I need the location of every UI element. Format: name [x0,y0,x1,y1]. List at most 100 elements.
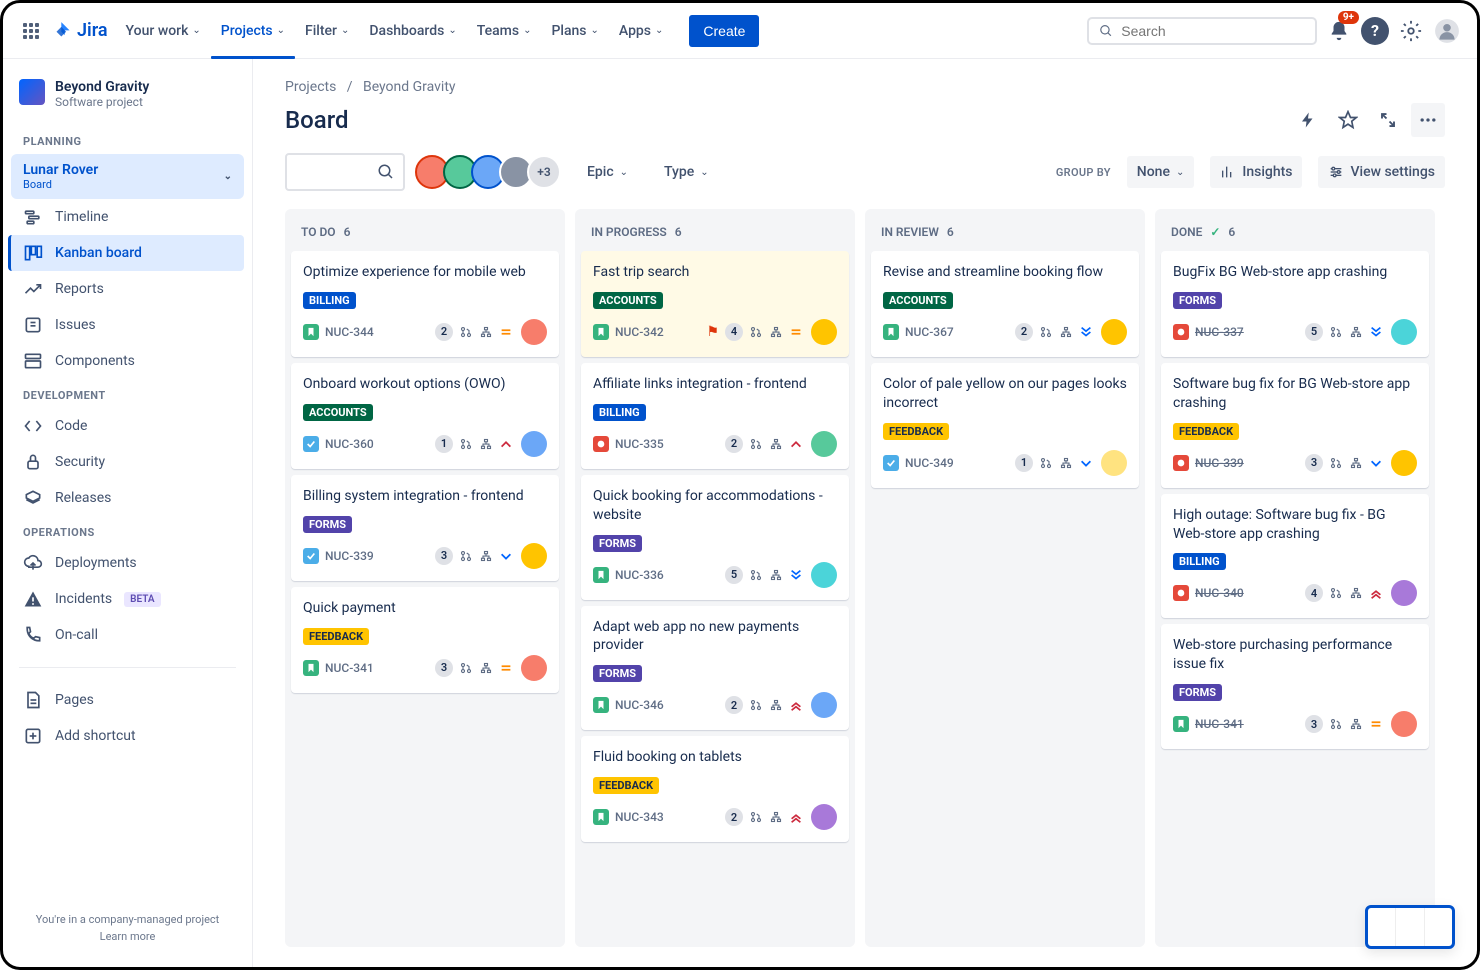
sidebar: Beyond Gravity Software project PLANNING… [3,59,253,967]
column-header[interactable]: DONE✓6 [1161,219,1429,251]
column-in-review: IN REVIEW6 Revise and streamline booking… [865,209,1145,947]
story-icon [593,324,609,340]
sidebar-item-kanban-board[interactable]: Kanban board [8,235,244,271]
jira-logo[interactable]: Jira [51,20,108,42]
search-input[interactable] [1121,23,1305,39]
issue-card[interactable]: High outage: Software bug fix - BG Web-s… [1161,494,1429,619]
sidebar-item-timeline[interactable]: Timeline [11,199,244,235]
column-header[interactable]: TO DO6 [291,219,559,251]
breadcrumb-project[interactable]: Beyond Gravity [363,79,456,95]
insights-button[interactable]: Insights [1210,156,1302,188]
epic-label: FORMS [1173,684,1222,701]
issue-card[interactable]: Software bug fix for BG Web-store app cr… [1161,363,1429,488]
story-points: 2 [725,808,743,826]
issue-card[interactable]: Fast trip search ACCOUNTS NUC-342 ⚑ 4 [581,251,849,357]
sidebar-item-on-call[interactable]: On-call [11,617,244,653]
column-header[interactable]: IN PROGRESS6 [581,219,849,251]
priority-icon [789,568,803,582]
pull-request-icon [459,549,473,563]
priority-icon [1079,456,1093,470]
reports-icon [23,279,43,299]
nav-plans[interactable]: Plans⌄ [541,15,608,47]
settings-icon[interactable] [1397,17,1425,45]
nav-apps[interactable]: Apps⌄ [609,15,674,47]
issue-key: NUC-346 [615,698,664,712]
sidebar-item-pages[interactable]: Pages [11,682,244,718]
story-points: 5 [1305,323,1323,341]
sidebar-item-reports[interactable]: Reports [11,271,244,307]
pull-request-icon [749,568,763,582]
issue-card[interactable]: Affiliate links integration - frontend B… [581,363,849,469]
issue-key: NUC-340 [1195,586,1244,600]
assignee-filter[interactable]: +3 [421,155,561,189]
assignee-avatar [811,431,837,457]
column-header[interactable]: IN REVIEW6 [871,219,1139,251]
issue-card[interactable]: Color of pale yellow on our pages looks … [871,363,1139,488]
learn-more-link[interactable]: Learn more [19,930,236,943]
sidebar-item-deployments[interactable]: Deployments [11,545,244,581]
pull-request-icon [749,810,763,824]
epic-label: FORMS [593,665,642,682]
issue-card[interactable]: Adapt web app no new payments provider F… [581,606,849,731]
create-button[interactable]: Create [689,15,759,47]
profile-icon[interactable] [1433,17,1461,45]
issue-card[interactable]: Quick booking for accommodations - websi… [581,475,849,600]
sidebar-item-code[interactable]: Code [11,408,244,444]
app-switcher-icon[interactable] [19,19,43,43]
nav-filter[interactable]: Filter⌄ [295,15,359,47]
breadcrumb-projects[interactable]: Projects [285,79,336,95]
issue-card[interactable]: Quick payment FEEDBACK NUC-341 3 [291,587,559,693]
fullscreen-icon[interactable] [1371,103,1405,137]
issue-card[interactable]: Onboard workout options (OWO) ACCOUNTS N… [291,363,559,469]
issue-card[interactable]: Optimize experience for mobile web BILLI… [291,251,559,357]
pull-request-icon [459,325,473,339]
issue-card[interactable]: Fluid booking on tablets FEEDBACK NUC-34… [581,736,849,842]
help-icon[interactable]: ? [1361,17,1389,45]
story-points: 2 [1015,323,1033,341]
issue-card[interactable]: Web-store purchasing performance issue f… [1161,624,1429,749]
sidebar-item-security[interactable]: Security [11,444,244,480]
star-icon[interactable] [1331,103,1365,137]
sidebar-item-add-shortcut[interactable]: Add shortcut [11,718,244,754]
jira-icon [51,20,73,42]
floating-panel[interactable] [1365,905,1455,949]
issue-card[interactable]: Revise and streamline booking flow ACCOU… [871,251,1139,357]
issue-card[interactable]: Billing system integration - frontend FO… [291,475,559,581]
global-search[interactable] [1087,17,1317,45]
epic-label: BILLING [303,292,356,309]
nav-your-work[interactable]: Your work⌄ [116,15,211,47]
project-title: Beyond Gravity [55,79,149,95]
board-search[interactable] [285,153,405,191]
nav-teams[interactable]: Teams⌄ [467,15,542,47]
check-icon: ✓ [1210,225,1220,239]
card-title: Color of pale yellow on our pages looks … [883,375,1127,413]
card-title: Revise and streamline booking flow [883,263,1127,282]
subtasks-icon [479,549,493,563]
sidebar-item-incidents[interactable]: IncidentsBETA [11,581,244,617]
nav-dashboards[interactable]: Dashboards⌄ [359,15,466,47]
view-settings-button[interactable]: View settings [1318,156,1445,188]
pull-request-icon [1039,456,1053,470]
issue-key: NUC-360 [325,437,374,451]
automation-icon[interactable] [1291,103,1325,137]
sidebar-item-issues[interactable]: Issues [11,307,244,343]
story-icon [1173,716,1189,732]
card-title: Fluid booking on tablets [593,748,837,767]
notifications-icon[interactable]: 9+ [1325,17,1353,45]
project-header[interactable]: Beyond Gravity Software project [11,75,244,125]
assignee-avatar [811,692,837,718]
story-points: 2 [435,323,453,341]
issue-card[interactable]: BugFix BG Web-store app crashing FORMS N… [1161,251,1429,357]
epic-filter[interactable]: Epic⌄ [577,156,638,188]
pull-request-icon [1329,325,1343,339]
sidebar-board-selector[interactable]: Lunar Rover Board ⌄ [11,154,244,199]
sidebar-item-releases[interactable]: Releases [11,480,244,516]
assignee-avatar [521,655,547,681]
sidebar-item-components[interactable]: Components [11,343,244,379]
group-by-select[interactable]: None⌄ [1127,156,1195,188]
story-points: 1 [435,435,453,453]
nav-projects[interactable]: Projects⌄ [211,15,295,47]
more-icon[interactable] [1411,103,1445,137]
issues-icon [23,315,43,335]
type-filter[interactable]: Type⌄ [654,156,719,188]
